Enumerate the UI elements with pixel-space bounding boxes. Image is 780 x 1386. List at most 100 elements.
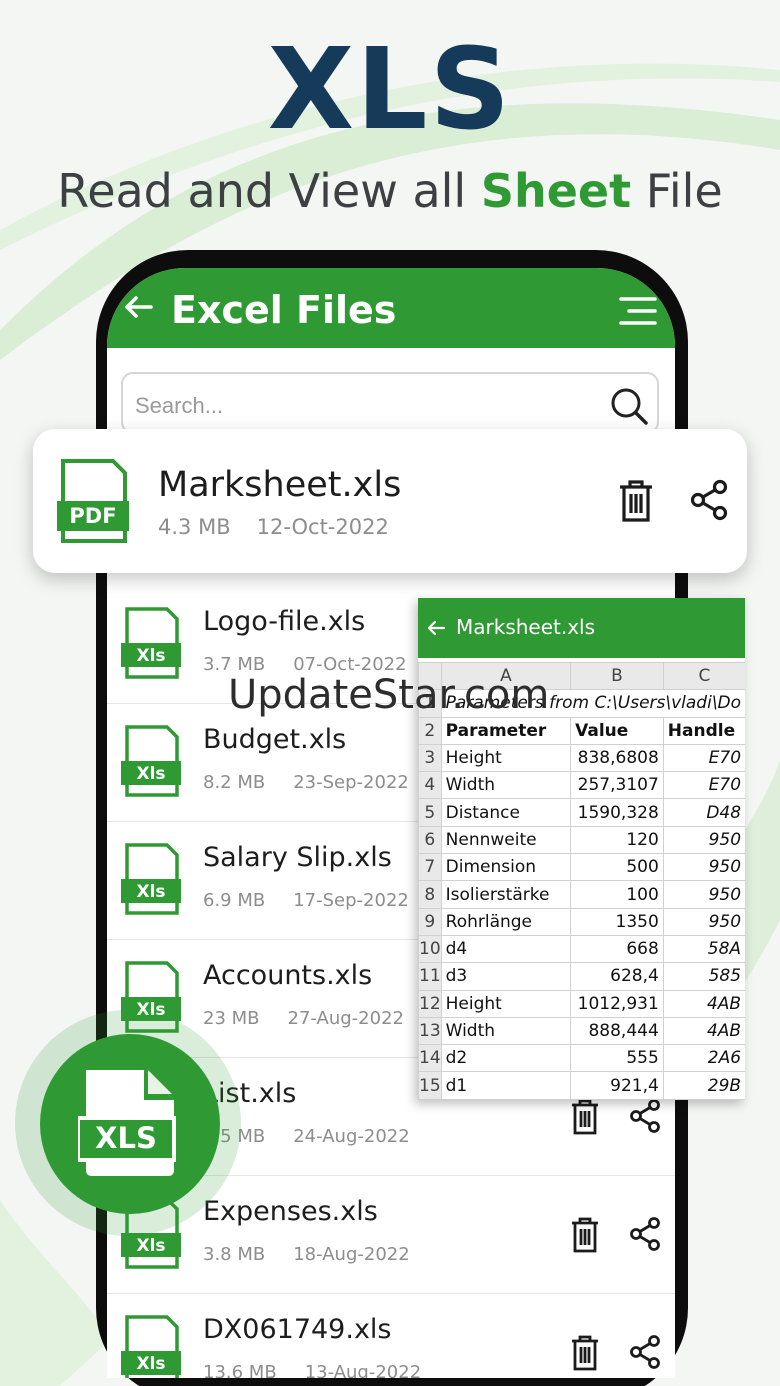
column-header: B [570,661,664,691]
sheet-cell: 555 [570,1044,664,1073]
sheet-cell: Width [440,771,572,800]
app-bar: Excel Files [107,268,675,348]
sheet-cell: 2A6 [662,1044,745,1073]
sheet-cell: 921,4 [570,1071,664,1100]
row-number: 14 [418,1044,442,1073]
sheet-row: 11 d3 628,4 585 [418,962,745,991]
file-size: 23 MB [203,1008,260,1029]
file-name: Expenses.xls [203,1196,378,1227]
file-size: 8.2 MB [203,772,266,793]
row-number: 10 [418,934,442,964]
row-number: 13 [418,1016,442,1046]
search-icon[interactable] [609,386,649,426]
file-meta: 8.2 MB 23-Sep-2022 [203,772,409,793]
sheet-row: 4 Width 257,3107 E70 [418,771,745,800]
file-date: 13-Aug-2022 [304,1362,422,1378]
featured-badge: PDF [69,504,116,528]
share-icon[interactable] [629,1334,661,1370]
file-name: Salary Slip.xls [203,842,392,873]
sheet-row: 13 Width 888,444 4AB [418,1016,745,1046]
file-badge: Xls [136,764,165,784]
sheet-cell: 585 [662,962,745,991]
sort-menu-icon[interactable] [617,294,659,328]
sheet-cell: Height [440,743,572,773]
sheet-cell: d2 [440,1044,572,1073]
sheet-cell: 100 [570,880,664,909]
xls-file-icon: Xls [121,843,181,915]
sheet-cell: Nennweite [440,825,572,855]
file-date: 23-Sep-2022 [293,772,409,793]
sheet-cell: 838,6808 [570,743,664,773]
sheet-row: 2 Parameter Value Handle [418,716,745,745]
sheet-cell: Value [570,716,664,745]
xls-file-icon: XLS [78,1070,176,1176]
watermark: UpdateStar.com [228,672,550,718]
delete-icon[interactable] [569,1098,601,1136]
search-box[interactable]: Search... [121,372,659,434]
search-input[interactable]: Search... [135,393,223,419]
hero-subtitle: Read and View all Sheet File [0,163,780,219]
sheet-cell: 120 [570,825,664,855]
file-badge: Xls [136,646,165,666]
delete-icon[interactable] [569,1216,601,1254]
sheet-cell: 1590,328 [570,798,664,827]
sheet-row: 6 Nennweite 120 950 [418,825,745,855]
file-size: 3.8 MB [203,1244,266,1265]
back-arrow-icon[interactable] [121,290,155,324]
hero-subtitle-tail: File [631,164,723,218]
file-date: 27-Aug-2022 [287,1008,404,1029]
sheet-row: 12 Height 1012,931 4AB [418,989,745,1018]
sheet-cell: 950 [662,880,745,909]
sheet-cell: 888,444 [570,1016,664,1046]
share-icon[interactable] [629,1098,661,1134]
delete-icon[interactable] [617,479,655,523]
hero-subtitle-accent: Sheet [480,164,632,218]
file-size: 13.6 MB [203,1362,277,1378]
file-name: Accounts.xls [203,960,373,991]
file-date: 24-Aug-2022 [293,1126,410,1147]
sheet-cell: Distance [440,798,572,827]
sheet-cell: Parameter [440,716,572,745]
sheet-row: 7 Dimension 500 950 [418,853,745,882]
sheet-cell: Dimension [440,853,572,882]
share-icon[interactable] [689,479,729,521]
row-number: 7 [418,853,442,882]
sheet-cell: 950 [662,907,745,936]
row-number: 12 [418,989,442,1018]
xls-file-icon: Xls [121,607,181,679]
sheet-row: 15 d1 921,4 29B [418,1071,745,1100]
featured-file-meta: 4.3 MB 12-Oct-2022 [158,515,389,539]
xls-file-icon: Xls [121,725,181,797]
sheet-cell: 29B [662,1071,745,1100]
file-badge: Xls [136,1236,165,1256]
app-title: Excel Files [171,288,397,332]
file-date: 18-Aug-2022 [293,1244,410,1265]
sheet-row: 5 Distance 1590,328 D48 [418,798,745,827]
file-badge: Xls [136,1354,165,1374]
hero-title: XLS [267,25,513,155]
file-meta: 23 MB 27-Aug-2022 [203,1008,404,1029]
sheet-cell: 668 [570,934,664,964]
row-number: 5 [418,798,442,827]
sheet-cell: E70 [662,771,745,800]
sheet-grid: A B C 1 Parameters from C:\Users\vladi\Do 2 … [418,661,745,1100]
sheet-cell: E70 [662,743,745,773]
row-number: 11 [418,962,442,991]
sheet-cell: Isolierstärke [440,880,572,909]
sheet-row: 10 d4 668 58A [418,934,745,964]
row-number: 2 [418,716,442,745]
sheet-cell: 1350 [570,907,664,936]
share-icon[interactable] [629,1216,661,1252]
sheet-cell: d3 [440,962,572,991]
featured-file-card[interactable]: PDF Marksheet.xls 4.3 MB 12-Oct-2022 [33,429,747,573]
file-date: 17-Sep-2022 [293,890,409,911]
badge-label: XLS [95,1121,157,1155]
xls-badge: XLS [40,1034,220,1214]
file-meta: 6.9 MB 17-Sep-2022 [203,890,409,911]
list-item[interactable]: Xls DX061749.xls 13.6 MB 13-Aug-2022 [107,1294,675,1378]
delete-icon[interactable] [569,1334,601,1372]
row-number: 3 [418,743,442,773]
sheet-cell: d4 [440,934,572,964]
sheet-back-icon[interactable] [426,618,446,638]
sheet-cell: Rohrlänge [440,907,572,936]
